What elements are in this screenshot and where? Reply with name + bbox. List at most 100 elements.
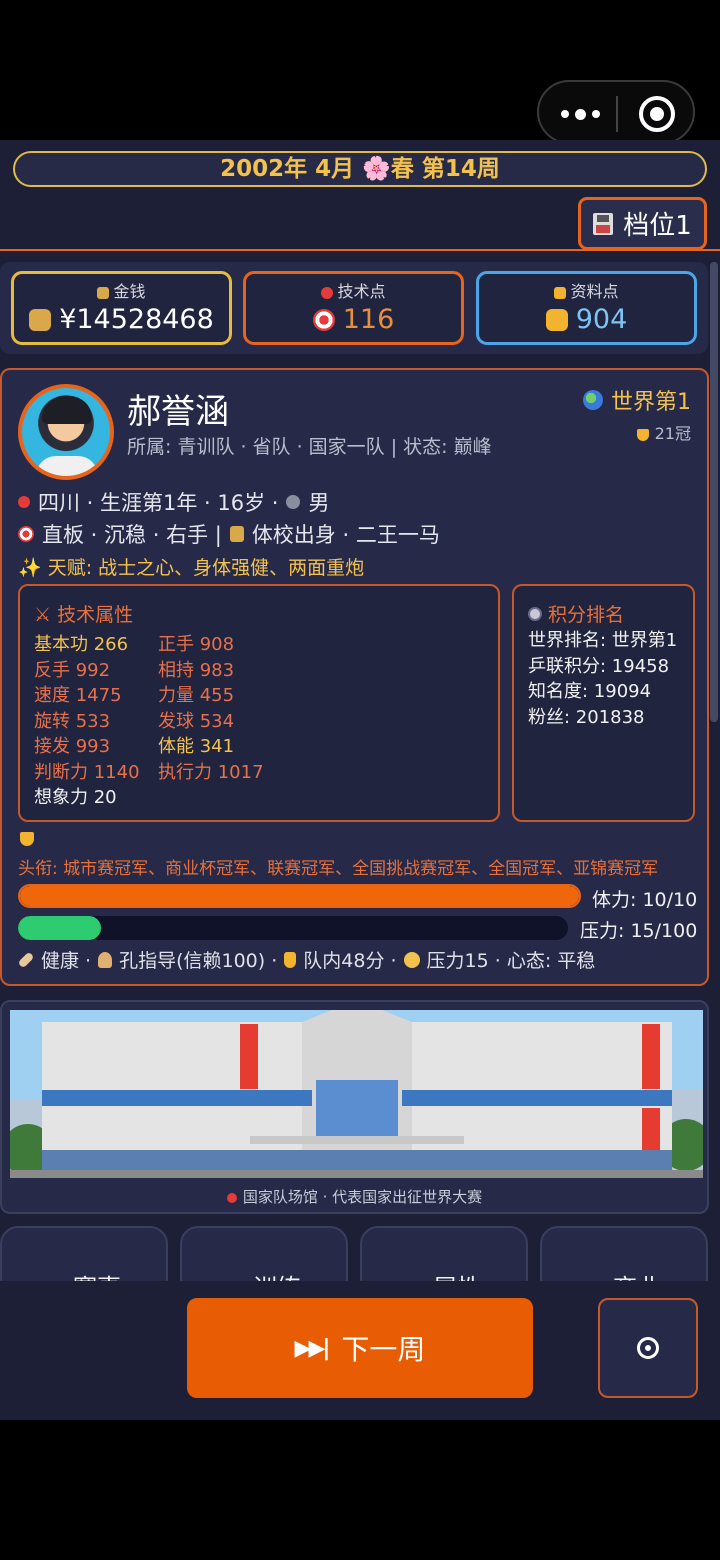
scrollbar[interactable]: [710, 262, 718, 722]
status-line: 健康 · 孔指导(信赖100) · 队内48分 · 压力15 · 心态: 平稳: [17, 946, 595, 973]
player-background: 体校出身 · 二王一马: [251, 523, 440, 547]
attribute-item: 想象力 20: [34, 787, 117, 808]
venue-caption: 国家队场馆 · 代表国家出征世界大赛: [2, 1186, 707, 1207]
attributes-column-1: 基本功 266 反手 992 速度 1475 旋转 533 接发 993 判断力…: [34, 632, 140, 811]
dart-target-icon: [312, 308, 335, 331]
venue-card[interactable]: 国家队场馆 · 代表国家出征世界大赛: [0, 1000, 709, 1214]
folder-icon: [545, 308, 568, 331]
player-style: 直板 · 沉稳 · 右手 |: [42, 523, 222, 547]
player-avatar[interactable]: [18, 384, 114, 480]
scroll-icon: [229, 526, 244, 542]
ranking-line: 乒联积分: 19458: [528, 655, 670, 677]
player-info-line1: 四川 · 生涯第1年 · 16岁 · 男: [18, 487, 329, 517]
bandage-icon: [17, 951, 35, 968]
floppy-disk-icon: [593, 212, 614, 235]
money-bag-icon: [29, 308, 52, 331]
money-label: 金钱: [113, 282, 146, 301]
dart-target-icon: [321, 286, 334, 299]
location-pin-icon: [18, 496, 30, 508]
relieved-face-icon: [403, 951, 420, 968]
attributes-column-2: 正手 908 相持 983 力量 455 发球 534 体能 341 执行力 1…: [158, 632, 264, 785]
attribute-item: 体能 341: [158, 736, 235, 757]
skill-points-stat: 技术点 116: [243, 271, 464, 345]
team-score: 队内48分 ·: [303, 950, 397, 972]
money-stat: 金钱 ¥14528468: [11, 271, 232, 345]
player-info-line2: 直板 · 沉稳 · 右手 | 体校出身 · 二王一马: [18, 519, 440, 549]
attribute-item: 正手 908: [158, 634, 235, 655]
money-bag-icon: [97, 286, 110, 299]
player-talent: ✨ 天赋: 战士之心、身体强健、两面重炮: [18, 557, 365, 579]
venue-caption-text: 国家队场馆 · 代表国家出征世界大赛: [242, 1188, 483, 1206]
ranking-line: 世界排名: 世界第1: [528, 630, 678, 651]
folder-icon: [554, 286, 567, 299]
medal-icon: [528, 606, 542, 621]
player-affiliation: 所属: 青训队 · 省队 · 国家一队 | 状态: 巅峰: [127, 436, 492, 458]
skip-forward-icon: ▶▶|: [294, 1335, 331, 1361]
stamina-bar: [18, 884, 581, 908]
attribute-item: 执行力 1017: [158, 761, 264, 783]
skill-points-value: 116: [342, 304, 395, 335]
medal-icon: [284, 951, 297, 968]
honors-line: 头衔: 城市赛冠军、商业杯冠军、联赛冠军、全国挑战赛冠军、全国冠军、亚锦赛冠军: [18, 859, 659, 879]
ranking-lines: 世界排名: 世界第1 乒联积分: 19458 知名度: 19094 粉丝: 20…: [528, 628, 677, 730]
attribute-item: 速度 1475: [34, 685, 122, 706]
scrollbar-thumb[interactable]: [710, 262, 718, 722]
coach-icon: [98, 951, 113, 968]
attributes-panel[interactable]: ⚔ 技术属性 基本功 266 反手 992 速度 1475 旋转 533 接发 …: [18, 584, 500, 822]
data-points-label: 资料点: [570, 282, 619, 301]
titles-count-text: 21冠: [654, 424, 691, 443]
globe-icon: [583, 390, 603, 410]
ranking-line: 知名度: 19094: [528, 681, 652, 702]
money-value: ¥14528468: [59, 304, 214, 335]
data-points-value: 904: [575, 304, 628, 335]
more-menu-icon[interactable]: [561, 104, 601, 124]
next-week-label: 下一周: [341, 1333, 426, 1366]
pressure-label: 压力: 15/100: [580, 920, 698, 942]
trophy-icon: [20, 832, 34, 846]
stadium-illustration: [10, 1010, 703, 1178]
ranking-title: 积分排名: [528, 600, 624, 627]
game-screen: 2002年 4月 🌸春 第14周 档位1 金钱 ¥14528468 技术点 11…: [0, 140, 720, 1420]
trophy-icon: [636, 428, 649, 441]
attribute-item: 判断力 1140: [34, 761, 140, 783]
save-slot-button[interactable]: 档位1: [578, 197, 707, 250]
stamina-bar-fill: [20, 886, 579, 906]
attribute-item: 基本功 266: [34, 634, 129, 655]
attribute-item: 接发 993: [34, 736, 111, 757]
coach-status: 孔指导(信赖100) ·: [119, 950, 278, 972]
skill-points-label: 技术点: [337, 282, 386, 301]
pressure-bar: [18, 916, 568, 940]
settings-button[interactable]: [598, 1298, 698, 1398]
venue-image: [10, 1010, 703, 1178]
world-rank-text: 世界第1: [611, 390, 691, 415]
mini-program-capsule: [537, 80, 695, 144]
attribute-item: 相持 983: [158, 659, 235, 681]
attributes-title: ⚔ 技术属性: [34, 604, 134, 626]
attribute-item: 反手 992: [34, 659, 111, 681]
person-icon: [286, 495, 301, 509]
data-points-stat: 资料点 904: [476, 271, 697, 345]
player-origin: 四川 · 生涯第1年 · 16岁 ·: [38, 491, 279, 515]
nav-tabs: 赛事 训练 属性 商业: [0, 1226, 720, 1302]
save-slot-label: 档位1: [623, 211, 692, 241]
bottom-safe-area: [0, 1420, 720, 1560]
ping-pong-icon: [226, 1192, 237, 1203]
gear-icon: [637, 1337, 659, 1359]
ranking-panel[interactable]: 积分排名 世界排名: 世界第1 乒联积分: 19458 知名度: 19094 粉…: [512, 584, 695, 822]
attribute-item: 发球 534: [158, 710, 235, 732]
health-status: 健康 ·: [41, 950, 92, 972]
player-gender: 男: [308, 491, 330, 515]
player-name: 郝誉涵: [127, 392, 229, 432]
date-banner: 2002年 4月 🌸春 第14周: [13, 151, 707, 187]
close-target-icon[interactable]: [639, 96, 675, 132]
pressure-bar-fill: [18, 916, 101, 940]
header-divider: [0, 249, 720, 251]
ranking-line: 粉丝: 201838: [528, 706, 645, 728]
dart-target-icon: [18, 526, 34, 542]
bottom-action-bar: ▶▶| 下一周: [0, 1281, 720, 1420]
stamina-label: 体力: 10/10: [592, 889, 698, 911]
titles-count: 21冠: [636, 420, 691, 444]
system-status-area: [0, 0, 720, 144]
next-week-button[interactable]: ▶▶| 下一周: [187, 1298, 533, 1398]
world-rank-badge: 世界第1: [583, 384, 691, 416]
